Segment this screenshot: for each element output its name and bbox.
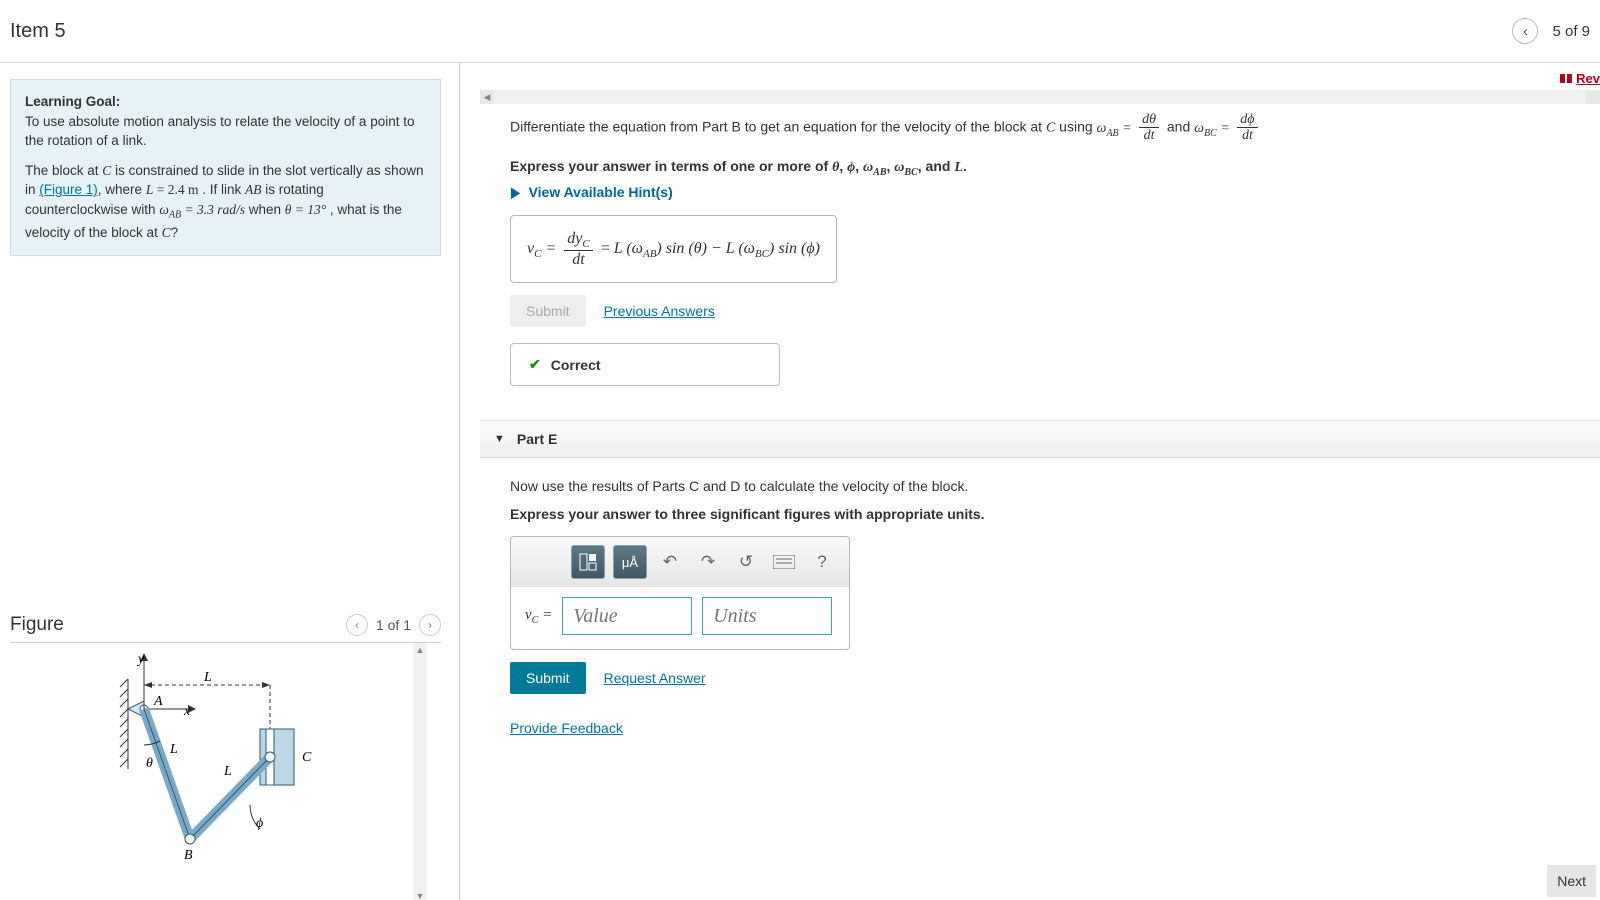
svg-text:x: x xyxy=(183,704,191,719)
lg-text: when xyxy=(245,202,285,217)
pd-eq2: ωBC = xyxy=(1194,121,1233,136)
partd-submit-button: Submit xyxy=(510,295,586,327)
pd-frac1: dθdt xyxy=(1139,112,1159,144)
value-input[interactable] xyxy=(562,597,692,635)
figure-link[interactable]: (Figure 1) xyxy=(39,182,98,197)
learning-goal-heading: Learning Goal: xyxy=(25,94,120,109)
parte-header[interactable]: ▼ Part E xyxy=(480,420,1600,458)
reset-button[interactable]: ↺ xyxy=(731,547,761,577)
figure-scrollbar[interactable]: ▲ ▼ xyxy=(413,643,427,900)
check-icon: ✔ xyxy=(529,356,541,373)
lg-text: ? xyxy=(171,225,179,240)
units-button[interactable]: μÅ xyxy=(613,545,647,579)
lg-sym-ab: AB xyxy=(245,182,262,197)
review-icon xyxy=(1560,74,1572,83)
scroll-left-icon[interactable]: ◀ xyxy=(480,90,494,104)
request-answer-link[interactable]: Request Answer xyxy=(604,670,706,686)
figure-title: Figure xyxy=(10,614,64,636)
svg-text:L: L xyxy=(169,742,178,757)
keyboard-icon xyxy=(773,555,795,569)
lg-sym-c2: C xyxy=(162,225,171,240)
lg-text: The block at xyxy=(25,163,102,178)
equation-toolbar: μÅ ↶ ↷ ↺ ? xyxy=(511,537,849,587)
learning-goal-box: Learning Goal: To use absolute motion an… xyxy=(10,79,441,256)
units-input[interactable] xyxy=(702,597,832,635)
pd-frac2: dϕdt xyxy=(1237,112,1257,144)
keyboard-button[interactable] xyxy=(769,547,799,577)
caret-down-icon: ▼ xyxy=(494,433,505,445)
scroll-right-icon[interactable]: ▶ xyxy=(1586,90,1600,104)
templates-button[interactable] xyxy=(571,545,605,579)
view-hints-toggle[interactable]: ▶ View Available Hint(s) xyxy=(510,184,1560,201)
page-title: Item 5 xyxy=(10,20,66,43)
svg-text:B: B xyxy=(184,848,193,863)
figure-prev-button[interactable]: ‹ xyxy=(346,614,368,636)
lg-seg: The block at C is constrained to slide i… xyxy=(25,163,423,240)
svg-text:ϕ: ϕ xyxy=(256,816,263,831)
review-label: Rev xyxy=(1576,71,1600,86)
item-progress: 5 of 9 xyxy=(1552,23,1590,40)
parte-title: Part E xyxy=(517,431,557,447)
review-link[interactable]: Rev xyxy=(1560,71,1600,86)
lg-val-th: θ = 13° xyxy=(285,202,326,217)
hints-label: View Available Hint(s) xyxy=(529,184,673,200)
figure-viewport: y x L xyxy=(10,643,441,900)
pd-text: using xyxy=(1055,119,1096,135)
previous-answers-link[interactable]: Previous Answers xyxy=(604,303,715,319)
svg-text:θ: θ xyxy=(146,756,153,771)
templates-icon xyxy=(579,553,597,571)
correct-label: Correct xyxy=(551,357,601,373)
redo-button[interactable]: ↷ xyxy=(693,547,723,577)
lg-text: , where xyxy=(98,182,146,197)
svg-text:A: A xyxy=(153,694,163,709)
next-button[interactable]: Next xyxy=(1547,865,1596,897)
partd-question: Differentiate the equation from Part B t… xyxy=(510,112,1560,144)
pd-text: Differentiate the equation from Part B t… xyxy=(510,119,1046,135)
lg-sym-c: C xyxy=(102,163,111,178)
figure-counter: 1 of 1 xyxy=(376,617,411,633)
partd-instruction: Express your answer in terms of one or m… xyxy=(510,158,1560,178)
lg-val-w: ωAB = 3.3 rad/s xyxy=(159,202,245,217)
parte-submit-button[interactable]: Submit xyxy=(510,662,586,694)
pd-eq1: ωAB = xyxy=(1097,121,1136,136)
svg-text:C: C xyxy=(302,750,312,765)
svg-text:L: L xyxy=(223,764,232,779)
lg-text: = 2.4 m xyxy=(153,182,198,197)
pd-sym: C xyxy=(1046,121,1055,136)
figure-next-button[interactable]: › xyxy=(419,614,441,636)
svg-text:y: y xyxy=(136,652,145,667)
svg-text:L: L xyxy=(203,670,212,685)
pd-text: and xyxy=(1163,119,1194,135)
lg-text: . If link xyxy=(198,182,245,197)
provide-feedback-link[interactable]: Provide Feedback xyxy=(510,720,623,736)
parte-instruction: Express your answer to three significant… xyxy=(510,506,1560,522)
learning-goal-p1: To use absolute motion analysis to relat… xyxy=(25,114,414,149)
correct-feedback: ✔ Correct xyxy=(510,343,780,386)
content-scrollbar[interactable]: ◀ ▶ xyxy=(480,90,1600,104)
figure-svg: y x L xyxy=(110,649,410,879)
vc-label: vC = xyxy=(525,607,552,626)
scroll-up-icon[interactable]: ▲ xyxy=(413,643,427,657)
parte-input-panel: μÅ ↶ ↷ ↺ ? vC = xyxy=(510,536,850,650)
help-button[interactable]: ? xyxy=(807,547,837,577)
undo-button[interactable]: ↶ xyxy=(655,547,685,577)
units-label: μÅ xyxy=(622,555,638,570)
partd-answer-box: vC = dyCdt = L (ωAB) sin (θ) − L (ωBC) s… xyxy=(510,215,837,284)
caret-right-icon: ▶ xyxy=(511,184,520,201)
scroll-down-icon[interactable]: ▼ xyxy=(413,889,427,900)
prev-item-button[interactable]: ‹ xyxy=(1512,18,1538,44)
parte-question: Now use the results of Parts C and D to … xyxy=(510,478,1560,494)
